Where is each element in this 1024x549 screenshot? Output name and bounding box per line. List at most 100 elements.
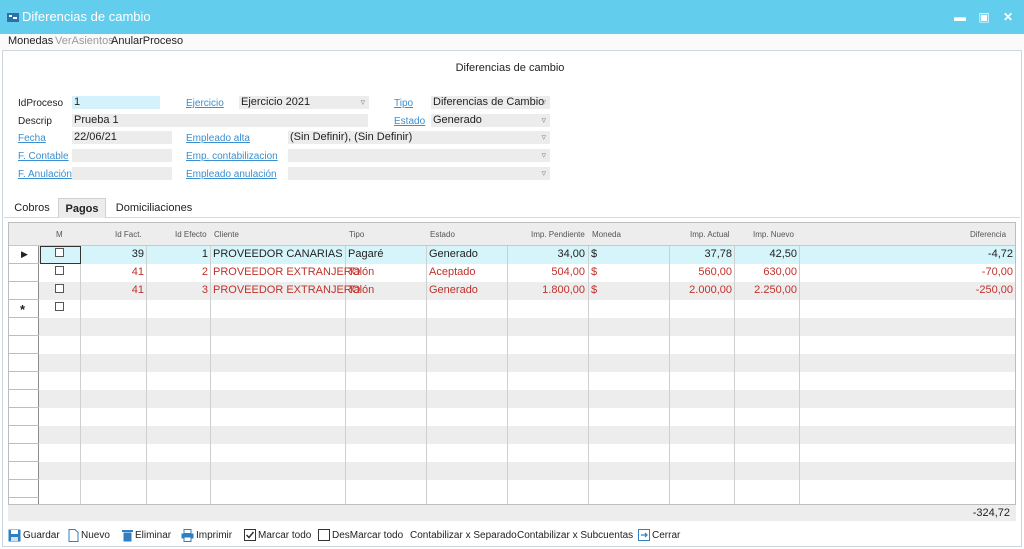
- cell-imp-pendiente[interactable]: 34,00: [509, 248, 585, 260]
- estado-select[interactable]: Generado ▿: [431, 114, 550, 127]
- cell-imp-actual[interactable]: 37,78: [671, 248, 732, 260]
- cell-imp-nuevo[interactable]: 42,50: [736, 248, 797, 260]
- desmarcar-todo-button[interactable]: DesMarcar todo: [318, 529, 403, 543]
- tab-pagos[interactable]: Pagos: [58, 198, 106, 218]
- nuevo-button[interactable]: Nuevo: [68, 529, 110, 543]
- guardar-label: Guardar: [23, 530, 60, 542]
- cell-moneda[interactable]: $: [591, 248, 597, 260]
- close-button[interactable]: ✕: [998, 8, 1018, 26]
- row-checkbox[interactable]: [55, 302, 64, 311]
- f-contable-field[interactable]: [72, 149, 172, 162]
- eliminar-button[interactable]: Eliminar: [122, 529, 171, 543]
- emp-contabilizacion-select[interactable]: ▿: [288, 149, 550, 162]
- cell-tipo[interactable]: Talón: [348, 284, 374, 296]
- cell-moneda[interactable]: $: [591, 266, 597, 278]
- label-ejercicio-link[interactable]: Ejercicio: [186, 98, 224, 109]
- idproceso-field[interactable]: 1: [72, 96, 160, 109]
- row-header-divider: [9, 263, 39, 264]
- row-checkbox[interactable]: [55, 284, 64, 293]
- col-cliente[interactable]: Cliente: [214, 230, 239, 239]
- col-moneda[interactable]: Moneda: [592, 230, 621, 239]
- cell-tipo[interactable]: Talón: [348, 266, 374, 278]
- cell-imp-pendiente[interactable]: 1.800,00: [509, 284, 585, 296]
- cell-cliente[interactable]: PROVEEDOR EXTRANJERO: [213, 284, 360, 296]
- menu-anularproceso[interactable]: AnularProceso: [111, 35, 183, 47]
- cerrar-button[interactable]: Cerrar: [638, 529, 680, 543]
- cell-estado[interactable]: Generado: [429, 248, 478, 260]
- menu-verasientos[interactable]: VerAsientos: [55, 35, 114, 47]
- nuevo-label: Nuevo: [81, 530, 110, 542]
- cell-id-fact[interactable]: 41: [109, 284, 144, 296]
- cell-imp-actual[interactable]: 560,00: [671, 266, 732, 278]
- label-estado-link[interactable]: Estado: [394, 116, 425, 127]
- imprimir-button[interactable]: Imprimir: [181, 529, 232, 543]
- empty-row: [9, 426, 1015, 444]
- cell-id-efecto[interactable]: 2: [169, 266, 208, 278]
- contabilizar-subcuentas-button[interactable]: Contabilizar x Subcuentas: [517, 529, 633, 543]
- menu-monedas[interactable]: Monedas: [8, 35, 53, 47]
- grid-header: M Id Fact. Id Efecto Cliente Tipo Estado…: [9, 223, 1015, 246]
- col-imp-pendiente[interactable]: Imp. Pendiente: [531, 230, 585, 239]
- col-m[interactable]: M: [56, 230, 63, 239]
- cell-estado[interactable]: Generado: [429, 284, 478, 296]
- col-estado[interactable]: Estado: [430, 230, 455, 239]
- cell-diferencia[interactable]: -70,00: [801, 266, 1013, 278]
- cell-id-efecto[interactable]: 1: [169, 248, 208, 260]
- tab-domiciliaciones[interactable]: Domiciliaciones: [110, 198, 198, 218]
- cell-diferencia[interactable]: -4,72: [801, 248, 1013, 260]
- cell-cliente[interactable]: PROVEEDOR EXTRANJERO: [213, 266, 360, 278]
- row-header-divider: [9, 317, 39, 318]
- fecha-field[interactable]: 22/06/21: [72, 131, 172, 144]
- total-diferencia: -324,72: [972, 507, 1010, 519]
- cell-id-fact[interactable]: 39: [109, 248, 144, 260]
- label-f-anulacion-link[interactable]: F. Anulación: [18, 169, 72, 180]
- col-imp-actual[interactable]: Imp. Actual: [690, 230, 730, 239]
- cell-cliente[interactable]: PROVEEDOR CANARIAS: [213, 248, 343, 260]
- table-row-new[interactable]: [9, 300, 1015, 318]
- col-id-fact[interactable]: Id Fact.: [115, 230, 142, 239]
- empty-row: [9, 336, 1015, 354]
- chevron-down-icon: ▿: [541, 168, 546, 178]
- cell-imp-nuevo[interactable]: 630,00: [736, 266, 797, 278]
- col-diferencia[interactable]: Diferencia: [970, 230, 1006, 239]
- label-tipo-link[interactable]: Tipo: [394, 98, 413, 109]
- guardar-button[interactable]: Guardar: [8, 529, 60, 543]
- col-tipo[interactable]: Tipo: [349, 230, 364, 239]
- empleado-anulacion-select[interactable]: ▿: [288, 167, 550, 180]
- row-checkbox[interactable]: [55, 248, 64, 257]
- empleado-alta-select[interactable]: (Sin Definir), (Sin Definir) ▿: [288, 131, 550, 144]
- marcar-todo-button[interactable]: Marcar todo: [244, 529, 311, 543]
- label-empleado-alta-link[interactable]: Empleado alta: [186, 133, 250, 144]
- cell-imp-nuevo[interactable]: 2.250,00: [736, 284, 797, 296]
- estado-value: Generado: [433, 114, 482, 126]
- cell-tipo[interactable]: Pagaré: [348, 248, 383, 260]
- cell-diferencia[interactable]: -250,00: [801, 284, 1013, 296]
- row-header-divider: [9, 299, 39, 300]
- contabilizar-separado-button[interactable]: Contabilizar x Separado: [410, 529, 517, 543]
- cell-estado[interactable]: Aceptado: [429, 266, 475, 278]
- label-f-contable-link[interactable]: F. Contable: [18, 151, 69, 162]
- cell-imp-pendiente[interactable]: 504,00: [509, 266, 585, 278]
- row-checkbox[interactable]: [55, 266, 64, 275]
- tipo-select[interactable]: Diferencias de Cambio ▿: [431, 96, 550, 109]
- descrip-field[interactable]: Prueba 1: [72, 114, 368, 127]
- label-fecha-link[interactable]: Fecha: [18, 133, 46, 144]
- col-id-efecto[interactable]: Id Efecto: [175, 230, 207, 239]
- maximize-button[interactable]: ▣: [974, 8, 994, 26]
- window-title: Diferencias de cambio: [22, 9, 151, 24]
- tab-cobros[interactable]: Cobros: [10, 198, 54, 218]
- label-emp-contabilizacion-link[interactable]: Emp. contabilizacion: [186, 151, 278, 162]
- cell-moneda[interactable]: $: [591, 284, 597, 296]
- cell-id-fact[interactable]: 41: [109, 266, 144, 278]
- cell-id-efecto[interactable]: 3: [169, 284, 208, 296]
- ejercicio-select[interactable]: Ejercicio 2021 ▿: [239, 96, 369, 109]
- minimize-button[interactable]: ▬: [950, 8, 970, 26]
- checkbox-empty-icon: [318, 529, 330, 542]
- title-bar: Diferencias de cambio ▬ ▣ ✕: [0, 0, 1024, 34]
- cell-imp-actual[interactable]: 2.000,00: [671, 284, 732, 296]
- label-empleado-anulacion-link[interactable]: Empleado anulación: [186, 169, 277, 180]
- label-idproceso: IdProceso: [18, 98, 64, 109]
- chevron-down-icon: ▿: [541, 150, 546, 160]
- f-anulacion-field[interactable]: [72, 167, 172, 180]
- col-imp-nuevo[interactable]: Imp. Nuevo: [753, 230, 794, 239]
